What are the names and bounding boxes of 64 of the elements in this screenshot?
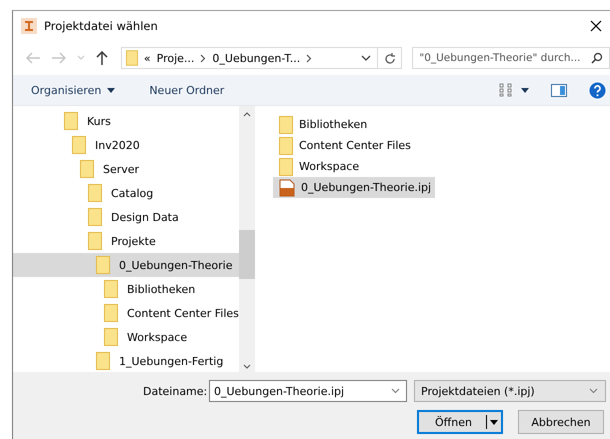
file-item[interactable]: 0_Uebungen-Theorie.ipj: [273, 177, 436, 198]
caret-icon[interactable]: [521, 88, 529, 92]
organize-menu-button[interactable]: Organisieren: [25, 80, 122, 100]
folder-icon: [80, 160, 94, 178]
folder-icon: [88, 184, 102, 202]
folder-icon: [104, 328, 118, 346]
chevron-right-icon[interactable]: [200, 54, 206, 62]
folder-icon: [279, 116, 293, 134]
folder-icon: [279, 136, 293, 154]
tree-item[interactable]: Design Data: [13, 205, 239, 229]
tree-item[interactable]: 0_Uebungen-Theorie: [13, 253, 239, 277]
folder-icon: [72, 136, 86, 154]
breadcrumb-item[interactable]: 0_Uebungen-T...: [212, 52, 300, 64]
filename-field[interactable]: 0_Uebungen-Theorie.ipj: [209, 380, 407, 402]
folder-icon: [88, 232, 102, 250]
file-type-dropdown[interactable]: Projektdateien (*.ipj): [414, 380, 606, 402]
folder-icon: [64, 112, 78, 130]
close-icon[interactable]: [590, 20, 602, 32]
folder-icon: [88, 208, 102, 226]
tree-item[interactable]: 1_Uebungen-Fertig: [13, 349, 239, 373]
folder-item[interactable]: Content Center Files: [273, 135, 415, 156]
tree-item[interactable]: Server: [13, 157, 239, 181]
breadcrumb-item[interactable]: Proje...: [156, 52, 194, 64]
folder-item[interactable]: Workspace: [273, 156, 364, 177]
folder-icon: [96, 352, 110, 370]
refresh-icon[interactable]: [384, 52, 396, 64]
cancel-button[interactable]: Abbrechen: [518, 410, 604, 434]
folder-item[interactable]: Bibliotheken: [273, 114, 372, 135]
view-options-icon[interactable]: [499, 83, 513, 97]
tree-item[interactable]: Workspace: [13, 325, 239, 349]
preview-pane-icon[interactable]: [551, 84, 567, 96]
caret-icon: [107, 88, 116, 92]
scrollbar[interactable]: [238, 106, 255, 372]
tree-item[interactable]: Inv2020: [13, 133, 239, 157]
chevron-down-icon[interactable]: [361, 54, 372, 62]
scroll-down-icon[interactable]: [242, 364, 251, 369]
tree-item[interactable]: Projekte: [13, 229, 239, 253]
tree-item[interactable]: Bibliotheken: [13, 277, 239, 301]
caret-icon[interactable]: [490, 420, 498, 425]
tree-item[interactable]: Catalog: [13, 181, 239, 205]
folder-icon: [279, 158, 293, 176]
scrollbar-thumb[interactable]: [238, 230, 255, 279]
folder-icon: [96, 256, 110, 274]
address-bar[interactable]: « Proje... 0_Uebungen-T...: [120, 47, 402, 69]
window-title: Projektdatei wählen: [44, 19, 158, 33]
chevron-down-icon: [589, 388, 598, 394]
address-prefix[interactable]: «: [144, 52, 151, 64]
scroll-up-icon[interactable]: [242, 112, 251, 117]
up-arrow-icon[interactable]: [94, 50, 109, 66]
filename-label: Dateiname:: [143, 384, 205, 398]
folder-icon: [104, 280, 118, 298]
app-icon: [21, 18, 37, 34]
open-button[interactable]: Öffnen: [417, 410, 503, 434]
tree-item[interactable]: Content Center Files: [13, 301, 239, 325]
help-icon[interactable]: [589, 82, 606, 98]
search-icon: [591, 52, 603, 64]
new-folder-button[interactable]: Neuer Ordner: [143, 80, 230, 100]
tree-item[interactable]: Kurs: [13, 109, 239, 133]
folder-icon: [126, 50, 138, 66]
chevron-right-icon[interactable]: [306, 54, 312, 62]
document-icon: [279, 178, 295, 196]
search-field[interactable]: "0_Uebungen-Theorie" durch...: [412, 47, 610, 69]
chevron-down-icon[interactable]: [391, 388, 400, 394]
folder-icon: [104, 304, 118, 322]
